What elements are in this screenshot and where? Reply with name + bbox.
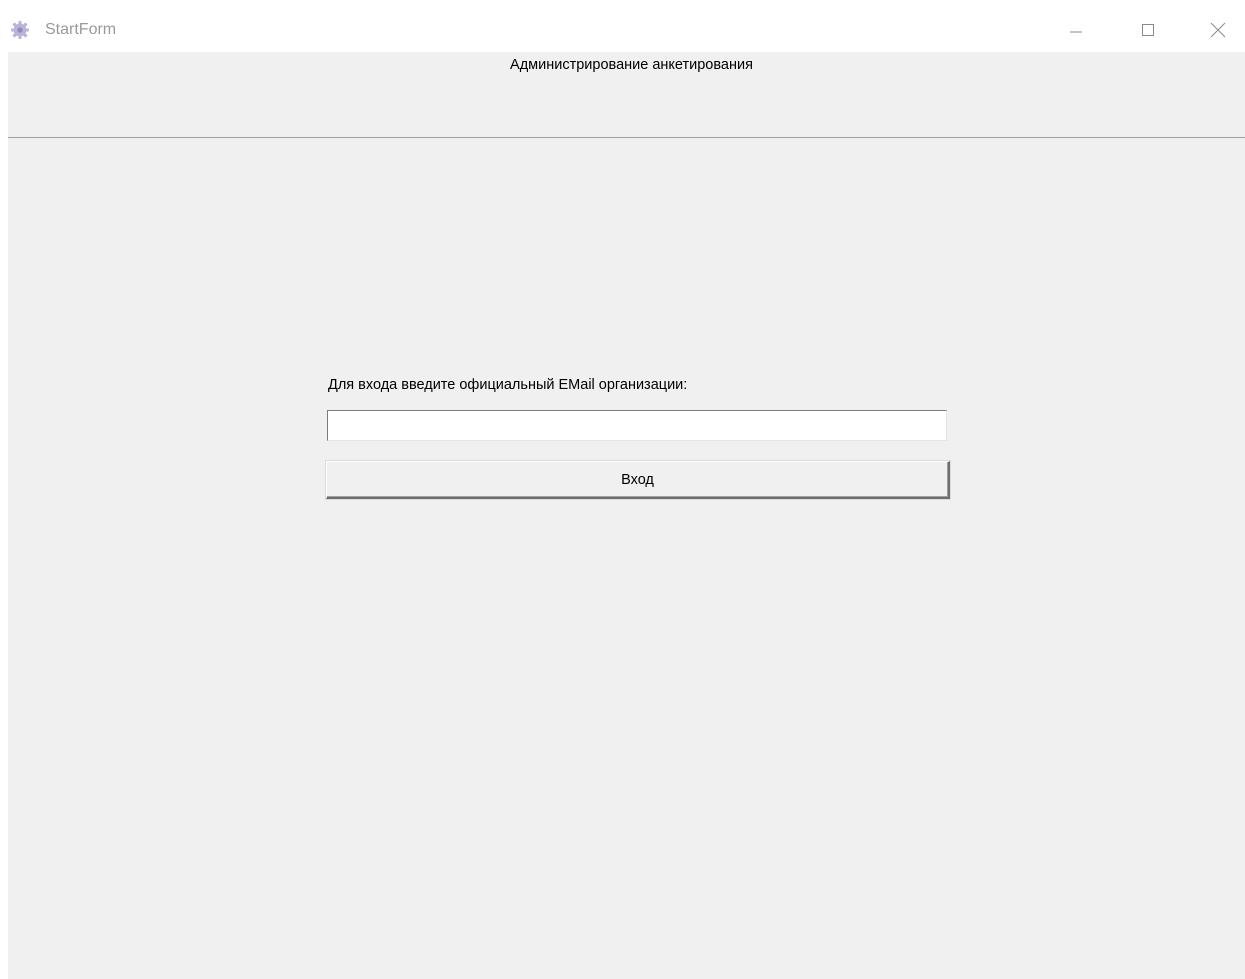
email-field[interactable] — [327, 410, 947, 441]
close-icon — [1210, 22, 1226, 38]
email-prompt-label: Для входа введите официальный EMail орга… — [328, 377, 688, 393]
minimize-icon — [1069, 23, 1083, 37]
minimize-button[interactable] — [1056, 12, 1096, 48]
gear-icon — [10, 20, 30, 40]
window-title: StartForm — [45, 21, 117, 38]
close-button[interactable] — [1198, 12, 1238, 48]
maximize-button[interactable] — [1128, 12, 1168, 48]
client-area: Администрирование анкетирования Для вход… — [8, 52, 1245, 979]
login-button[interactable]: Вход — [326, 461, 950, 499]
app-window: StartForm Администрирование анкетировани… — [0, 0, 1245, 979]
page-title: Администрирование анкетирования — [510, 57, 753, 73]
maximize-icon — [1141, 23, 1155, 37]
header-panel: Администрирование анкетирования — [8, 52, 1245, 138]
title-bar[interactable]: StartForm — [0, 0, 1245, 52]
